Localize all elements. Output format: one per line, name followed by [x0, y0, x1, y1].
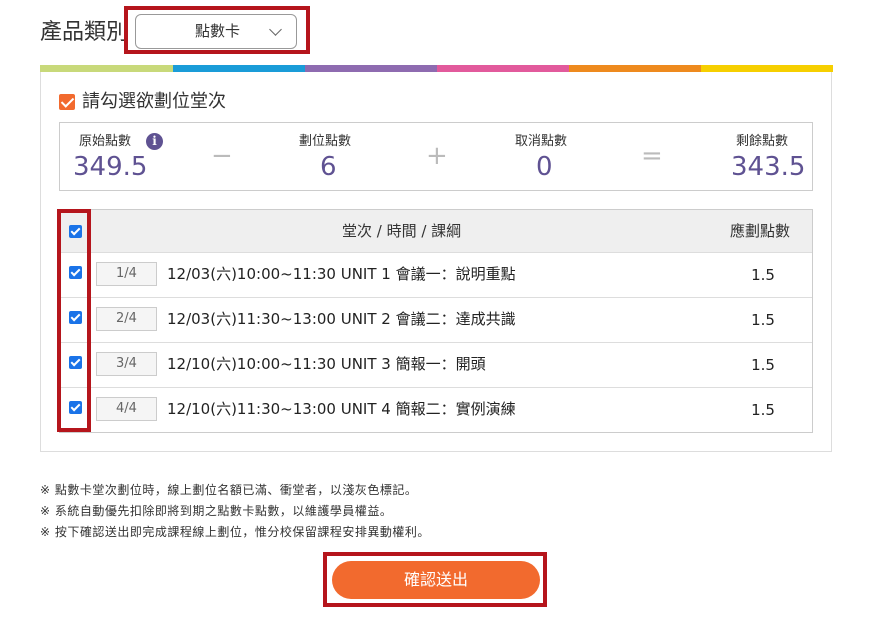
session-points-3: 1.5 [751, 356, 775, 374]
product-category-label: 產品類別 [40, 20, 129, 45]
remaining-points-value: 343.5 [731, 152, 806, 182]
cancel-points-value: 0 [536, 152, 553, 182]
original-points-label: 原始點數 [79, 134, 132, 149]
note-3: ※ 按下確認送出即完成課程線上劃位，惟分校保留課程安排異動權利。 [40, 525, 430, 539]
color-stripe-1 [40, 65, 173, 72]
color-stripe-4 [437, 65, 569, 72]
chevron-down-icon [269, 23, 282, 36]
cancel-points-label: 取消點數 [515, 134, 568, 149]
session-points-1: 1.5 [751, 266, 775, 284]
booked-points-value: 6 [320, 152, 337, 182]
category-selected-value: 點數卡 [194, 22, 240, 40]
session-seq-1: 1/4 [96, 262, 157, 286]
category-select[interactable]: 點數卡 [135, 14, 297, 49]
minus-operator: − [211, 141, 233, 171]
checkbox-highlight-frame [57, 209, 91, 432]
row-divider [60, 387, 812, 388]
session-info-3: 12/10(六)10:00~11:30 UNIT 3 簡報一：開頭 [167, 355, 486, 373]
remaining-points-label: 剩餘點數 [736, 134, 789, 149]
header-session: 堂次 / 時間 / 課綱 [342, 222, 462, 240]
color-stripe-3 [305, 65, 437, 72]
color-stripe-2 [173, 65, 305, 72]
submit-button[interactable]: 確認送出 [332, 561, 540, 599]
booked-points-label: 劃位點數 [299, 134, 352, 149]
session-seq-4: 4/4 [96, 397, 157, 421]
instruction-text: 請勾選欲劃位堂次 [82, 91, 226, 112]
equals-operator: = [641, 141, 663, 171]
session-info-2: 12/03(六)11:30~13:00 UNIT 2 會議二：達成共識 [167, 310, 516, 328]
color-stripe-5 [569, 65, 701, 72]
instruction-checkbox-icon [59, 94, 75, 110]
session-points-4: 1.5 [751, 401, 775, 419]
session-seq-2: 2/4 [96, 307, 157, 331]
session-info-4: 12/10(六)11:30~13:00 UNIT 4 簡報二：實例演練 [167, 400, 516, 418]
header-points: 應劃點數 [730, 222, 791, 240]
row-divider [60, 297, 812, 298]
note-2: ※ 系統自動優先扣除即將到期之點數卡點數，以維護學員權益。 [40, 504, 393, 518]
original-points-value: 349.5 [73, 152, 148, 182]
row-divider [60, 342, 812, 343]
session-seq-3: 3/4 [96, 352, 157, 376]
color-stripe-6 [701, 65, 833, 72]
session-info-1: 12/03(六)10:00~11:30 UNIT 1 會議一：說明重點 [167, 265, 516, 283]
note-1: ※ 點數卡堂次劃位時，線上劃位名額已滿、衝堂者，以淺灰色標記。 [40, 483, 418, 497]
info-icon[interactable]: i [146, 133, 163, 150]
plus-operator: + [426, 141, 448, 171]
row-divider [60, 252, 812, 253]
session-points-2: 1.5 [751, 311, 775, 329]
